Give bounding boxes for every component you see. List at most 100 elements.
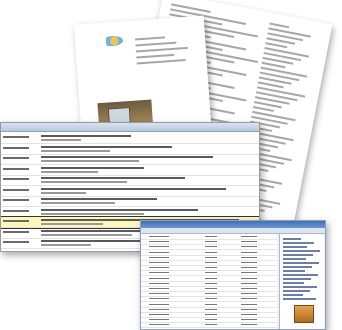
data-grid bbox=[141, 234, 277, 329]
grid-cell bbox=[205, 303, 217, 305]
row-detail-text bbox=[41, 202, 115, 204]
grid-cell bbox=[241, 262, 257, 263]
row-detail-text bbox=[41, 181, 127, 183]
row-detail-text bbox=[41, 191, 86, 194]
grid-cell bbox=[205, 308, 217, 310]
grid-cell bbox=[149, 256, 169, 258]
grid-cell bbox=[149, 319, 169, 321]
list-header bbox=[1, 123, 259, 132]
row-code-text bbox=[3, 146, 29, 149]
grid-cell bbox=[205, 314, 217, 315]
side-list-item bbox=[283, 282, 304, 284]
grid-cell bbox=[241, 277, 257, 279]
grid-cell bbox=[241, 267, 257, 269]
cover-text-line bbox=[136, 59, 186, 65]
grid-cell bbox=[149, 241, 169, 243]
grid-cell bbox=[149, 303, 169, 305]
row-code-text bbox=[3, 178, 29, 180]
grid-cell bbox=[205, 251, 217, 253]
grid-row bbox=[141, 322, 277, 329]
grid-cell bbox=[241, 282, 257, 284]
grid-cell bbox=[241, 256, 257, 258]
row-description-text bbox=[41, 187, 226, 190]
side-list-item bbox=[283, 238, 301, 240]
row-detail-text bbox=[41, 149, 110, 152]
list-row bbox=[1, 207, 259, 218]
grid-cell bbox=[241, 293, 257, 295]
grid-cell bbox=[241, 272, 257, 274]
side-list-item bbox=[283, 294, 303, 296]
grid-cell bbox=[241, 319, 257, 321]
grid-cell bbox=[149, 314, 169, 315]
grid-cell bbox=[241, 324, 257, 326]
row-detail-text bbox=[41, 139, 81, 141]
side-list-item bbox=[283, 258, 306, 260]
grid-cell bbox=[241, 241, 257, 243]
side-list-item bbox=[283, 246, 307, 248]
row-detail-text bbox=[41, 223, 103, 225]
list-row bbox=[1, 165, 259, 176]
grid-cell bbox=[241, 298, 257, 300]
side-list-item bbox=[283, 266, 312, 268]
grid-cell bbox=[149, 298, 169, 300]
grid-cell bbox=[205, 288, 217, 289]
row-detail-text bbox=[41, 244, 91, 246]
cover-text-line bbox=[135, 41, 177, 47]
grid-cell bbox=[205, 262, 217, 263]
grid-cell bbox=[205, 241, 217, 243]
window-title-bar bbox=[141, 221, 325, 228]
grid-cell bbox=[241, 251, 257, 253]
row-code-text bbox=[3, 199, 29, 201]
grid-cell bbox=[149, 293, 169, 295]
row-detail-text bbox=[41, 233, 132, 236]
list-row bbox=[1, 144, 259, 155]
grid-cell bbox=[149, 324, 169, 326]
row-code-text bbox=[3, 167, 29, 170]
grid-cell bbox=[241, 308, 257, 310]
side-list-item bbox=[283, 254, 313, 256]
side-panel bbox=[279, 234, 324, 329]
side-list-item bbox=[283, 250, 320, 252]
grid-cell bbox=[205, 324, 217, 326]
grid-cell bbox=[205, 246, 217, 248]
grid-cell bbox=[205, 236, 217, 237]
row-description-text bbox=[41, 156, 213, 158]
row-description-text bbox=[41, 208, 198, 211]
grid-cell bbox=[149, 262, 169, 263]
list-row bbox=[1, 186, 259, 197]
row-code-text bbox=[3, 241, 29, 243]
cover-text-line bbox=[135, 46, 188, 53]
grid-cell bbox=[241, 288, 257, 289]
grid-cell bbox=[205, 256, 217, 258]
grid-cell bbox=[149, 282, 169, 284]
list-row bbox=[1, 175, 259, 186]
list-row bbox=[1, 196, 259, 207]
grid-cell bbox=[149, 267, 169, 269]
application-window bbox=[140, 220, 326, 330]
row-code-text bbox=[3, 230, 29, 233]
row-description-text bbox=[41, 198, 157, 200]
grid-cell bbox=[205, 272, 217, 274]
side-list-item bbox=[283, 270, 305, 272]
row-description-text bbox=[41, 166, 144, 169]
grid-cell bbox=[205, 293, 217, 295]
side-list-item bbox=[283, 262, 319, 264]
cover-text-line bbox=[136, 53, 175, 59]
grid-cell bbox=[205, 267, 217, 269]
cover-text-line bbox=[134, 36, 166, 41]
side-list-item bbox=[283, 286, 317, 288]
row-detail-text bbox=[41, 212, 144, 215]
side-list-item bbox=[283, 274, 318, 276]
grid-cell bbox=[241, 236, 257, 237]
grid-cell bbox=[205, 319, 217, 321]
grid-cell bbox=[149, 251, 169, 253]
list-row bbox=[1, 133, 259, 144]
row-description-text bbox=[41, 135, 131, 137]
row-code-text bbox=[3, 220, 29, 222]
side-list-item bbox=[283, 278, 311, 280]
side-list-item bbox=[283, 298, 316, 300]
grid-cell bbox=[149, 272, 169, 274]
thumbnail-image bbox=[294, 305, 314, 323]
grid-cell bbox=[241, 314, 257, 315]
row-code-text bbox=[3, 157, 29, 159]
